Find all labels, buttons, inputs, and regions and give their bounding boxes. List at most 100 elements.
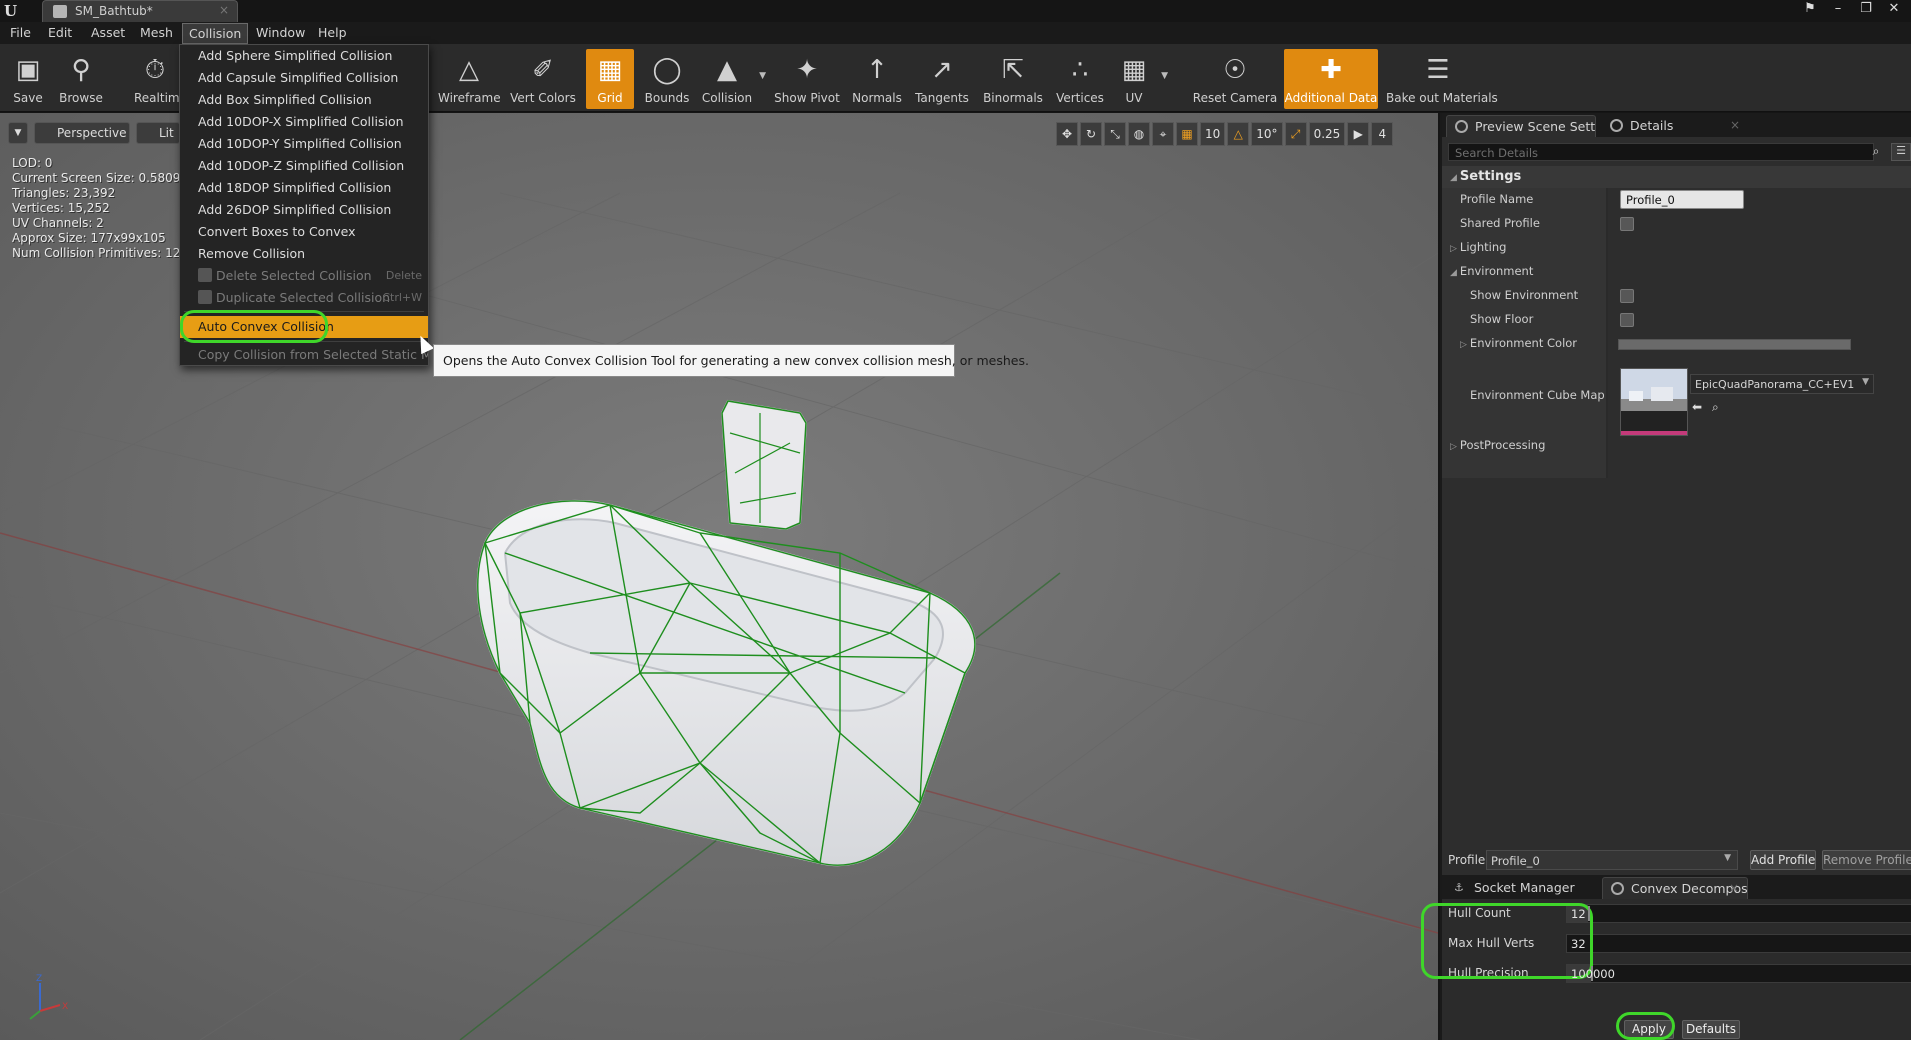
show-floor-checkbox[interactable]: [1620, 313, 1634, 327]
menu-mesh[interactable]: Mesh: [140, 25, 173, 40]
menu-duplicate-selected-collision[interactable]: Duplicate Selected Collision Ctrl+W: [180, 287, 428, 309]
search-icon[interactable]: ⌕: [1868, 144, 1884, 160]
menu-add-capsule-collision[interactable]: Add Capsule Simplified Collision: [180, 67, 428, 89]
menu-add-10dop-z-collision[interactable]: Add 10DOP-Z Simplified Collision: [180, 155, 428, 177]
hull-precision-slider[interactable]: 100000: [1566, 964, 1911, 983]
view-options-icon[interactable]: ☰: [1891, 143, 1911, 161]
grid-snap-icon[interactable]: ▦: [1176, 122, 1198, 146]
tab-preview-scene-settings[interactable]: Preview Scene Sett: [1446, 115, 1596, 137]
menu-add-10dop-y-collision[interactable]: Add 10DOP-Y Simplified Collision: [180, 133, 428, 155]
menu-help[interactable]: Help: [318, 25, 347, 40]
grid-button[interactable]: ▦ Grid: [586, 49, 634, 109]
vertices-button[interactable]: ∴ Vertices: [1052, 49, 1108, 109]
menu-add-18dop-collision[interactable]: Add 18DOP Simplified Collision: [180, 177, 428, 199]
menu-file[interactable]: File: [10, 25, 31, 40]
translate-icon[interactable]: ✥: [1056, 122, 1078, 146]
cube-map-thumbnail[interactable]: [1620, 368, 1688, 436]
realtime-button[interactable]: ⏱ Realtime: [130, 49, 180, 109]
save-button[interactable]: ▣ Save: [6, 49, 50, 109]
show-environment-checkbox[interactable]: [1620, 289, 1634, 303]
environment-color-swatch[interactable]: [1618, 339, 1851, 350]
close-details-tab-icon[interactable]: ×: [1730, 118, 1740, 132]
uv-button[interactable]: ▦ UV ▼: [1112, 49, 1168, 109]
profile-dropdown[interactable]: Profile_0 ▼: [1486, 850, 1738, 870]
world-local-icon[interactable]: ◍: [1128, 122, 1150, 146]
camera-speed-value[interactable]: 4: [1371, 122, 1394, 146]
menu-window[interactable]: Window: [256, 25, 305, 40]
menu-copy-collision-from-selected[interactable]: Copy Collision from Selected Static Mesh: [180, 344, 428, 366]
reset-camera-button[interactable]: ☉ Reset Camera: [1192, 49, 1278, 109]
add-profile-button[interactable]: Add Profile: [1750, 850, 1816, 870]
unreal-logo-icon[interactable]: U: [4, 2, 24, 20]
bounds-button[interactable]: ◯ Bounds: [642, 49, 692, 109]
binormals-button[interactable]: ⇱ Binormals: [980, 49, 1046, 109]
settings-properties: Profile Name Profile_0 Shared Profile ▷ L…: [1442, 188, 1911, 948]
prop-environment[interactable]: ◢ Environment: [1442, 260, 1911, 284]
scale-snap-value[interactable]: 0.25: [1308, 122, 1346, 146]
camera-speed-icon[interactable]: ▶: [1347, 122, 1370, 146]
menu-convert-boxes-to-convex[interactable]: Convert Boxes to Convex: [180, 221, 428, 243]
close-convex-tab-icon[interactable]: ×: [1729, 881, 1739, 895]
rotate-icon[interactable]: ↻: [1080, 122, 1102, 146]
asset-tab[interactable]: SM_Bathtub* ×: [42, 0, 238, 22]
additional-data-button[interactable]: ✚ Additional Data: [1284, 49, 1378, 109]
scale-icon[interactable]: ⤡: [1104, 122, 1126, 146]
wireframe-button[interactable]: △ Wireframe: [438, 49, 501, 109]
maximize-button[interactable]: ❐: [1857, 1, 1875, 16]
prop-show-floor: Show Floor: [1442, 308, 1911, 332]
minimize-button[interactable]: –: [1829, 1, 1847, 16]
feedback-icon[interactable]: ⚑: [1801, 1, 1819, 16]
viewport-options-button[interactable]: ▼: [8, 122, 28, 144]
normals-button[interactable]: ↑ Normals: [850, 49, 904, 109]
profile-name-field[interactable]: Profile_0: [1620, 190, 1744, 209]
show-pivot-button[interactable]: ✦ Show Pivot: [772, 49, 842, 109]
menu-add-10dop-x-collision[interactable]: Add 10DOP-X Simplified Collision: [180, 111, 428, 133]
expand-arrow-icon: ▷: [1460, 340, 1467, 350]
browse-button[interactable]: ⚲ Browse: [56, 49, 106, 109]
prop-post-processing[interactable]: ▷ PostProcessing: [1442, 434, 1911, 458]
scale-snap-icon[interactable]: ⤢: [1284, 122, 1307, 146]
window-controls: ⚑ – ❐ ✕: [1801, 1, 1903, 16]
search-details-input[interactable]: Search Details: [1448, 143, 1874, 161]
hull-count-slider-handle[interactable]: [1588, 906, 1590, 921]
collision-button[interactable]: ▲ Collision ▼: [700, 49, 766, 109]
uv-dropdown-icon[interactable]: ▼: [1161, 71, 1168, 81]
use-selected-asset-icon[interactable]: ⬅: [1692, 400, 1702, 414]
menu-delete-selected-collision[interactable]: Delete Selected Collision Delete: [180, 265, 428, 287]
rotation-snap-value[interactable]: 10°: [1251, 122, 1283, 146]
grid-snap-value[interactable]: 10: [1200, 122, 1226, 146]
tab-convex-decomposition[interactable]: Convex Decompos ×: [1602, 877, 1748, 899]
perspective-button[interactable]: Perspective: [34, 122, 130, 144]
collapse-arrow-icon: ◢: [1450, 173, 1457, 183]
menu-collision[interactable]: Collision: [182, 23, 249, 44]
bake-materials-button[interactable]: ☰ Bake out Materials: [1386, 49, 1498, 109]
menu-add-26dop-collision[interactable]: Add 26DOP Simplified Collision: [180, 199, 428, 221]
settings-section-header[interactable]: ◢ Settings: [1442, 166, 1911, 188]
remove-profile-button[interactable]: Remove Profile: [1822, 850, 1911, 870]
cube-map-asset-picker[interactable]: EpicQuadPanorama_CC+EV1 ▼: [1690, 374, 1874, 394]
menu-add-box-collision[interactable]: Add Box Simplified Collision: [180, 89, 428, 111]
tab-details[interactable]: Details ×: [1602, 115, 1748, 137]
max-hull-verts-field[interactable]: 32: [1566, 934, 1911, 953]
menu-remove-collision[interactable]: Remove Collision: [180, 243, 428, 265]
rotation-snap-icon[interactable]: △: [1227, 122, 1250, 146]
lit-button[interactable]: Lit: [136, 122, 180, 144]
menu-edit[interactable]: Edit: [48, 25, 72, 40]
vert-colors-button[interactable]: ✐ Vert Colors: [508, 49, 578, 109]
close-window-button[interactable]: ✕: [1885, 1, 1903, 16]
surface-snap-icon[interactable]: ⌖: [1152, 122, 1174, 146]
hull-count-slider[interactable]: 12: [1566, 904, 1911, 923]
binormals-icon: ⇱: [1002, 55, 1024, 85]
menu-asset[interactable]: Asset: [91, 25, 125, 40]
prop-lighting[interactable]: ▷ Lighting: [1442, 236, 1911, 260]
defaults-button[interactable]: Defaults: [1682, 1020, 1740, 1039]
tangents-button[interactable]: ↗ Tangents: [912, 49, 972, 109]
menu-add-sphere-collision[interactable]: Add Sphere Simplified Collision: [180, 45, 428, 67]
browse-asset-icon[interactable]: ⌕: [1712, 400, 1719, 415]
shared-profile-checkbox[interactable]: [1620, 217, 1634, 231]
uv-label: UV: [1125, 91, 1143, 105]
vertices-icon: ∴: [1071, 55, 1089, 85]
collision-dropdown-icon[interactable]: ▼: [759, 71, 766, 81]
close-tab-icon[interactable]: ×: [219, 3, 229, 17]
tab-socket-manager[interactable]: ⚓ Socket Manager: [1446, 877, 1596, 899]
